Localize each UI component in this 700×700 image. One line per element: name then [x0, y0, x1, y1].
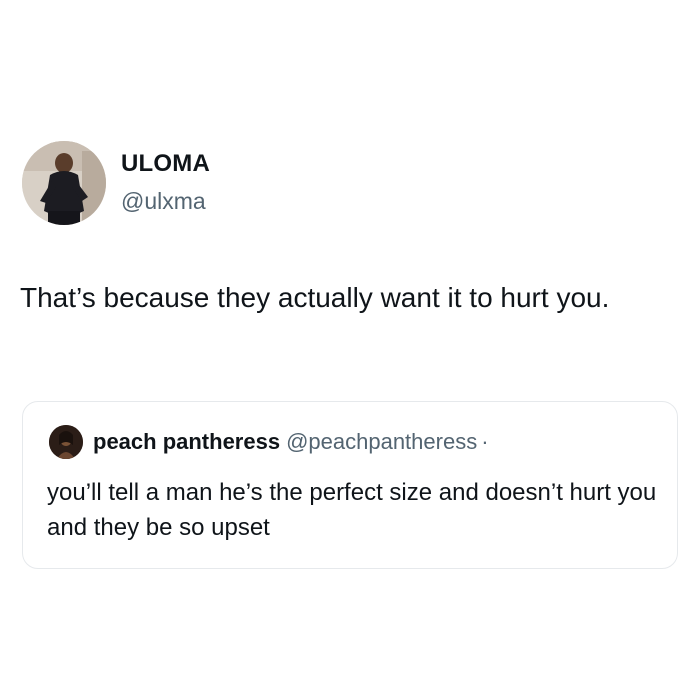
quoted-author-display-name[interactable]: peach pantheress	[93, 429, 280, 454]
tweet-text: That’s because they actually want it to …	[20, 282, 610, 313]
author-display-name[interactable]: ULOMA	[121, 150, 210, 178]
quoted-tweet-text: you’ll tell a man he’s the perfect size …	[47, 479, 657, 541]
tweet: ULOMA @ulxma That’s because they actuall…	[0, 0, 700, 700]
author-handle[interactable]: @ulxma	[121, 188, 206, 215]
header-separator: ·	[481, 429, 489, 454]
avatar-photo-icon	[22, 141, 106, 225]
quoted-author-handle[interactable]: @peachpantheress	[286, 429, 477, 454]
quoted-author-avatar[interactable]	[49, 425, 83, 459]
author-avatar[interactable]	[22, 141, 106, 225]
quoted-tweet-header: peach pantheress @peachpantheress ·	[93, 429, 489, 455]
quoted-avatar-photo-icon	[49, 425, 83, 459]
quoted-tweet-card[interactable]: peach pantheress @peachpantheress · you’ll…	[22, 401, 678, 569]
